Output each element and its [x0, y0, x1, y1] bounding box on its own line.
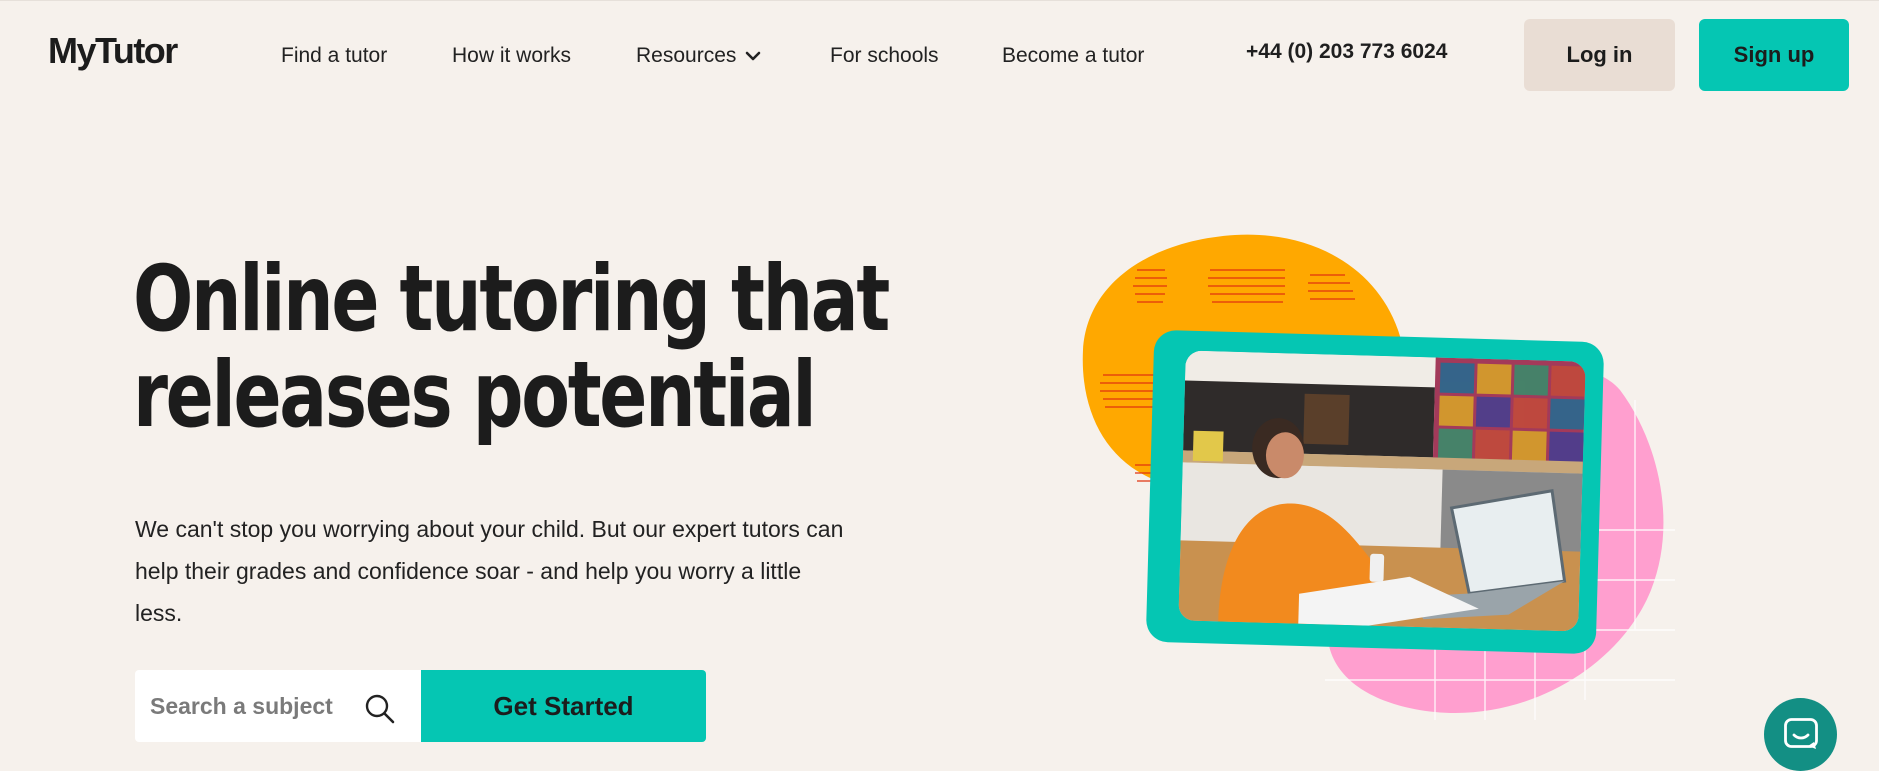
nav-how-it-works[interactable]: How it works — [452, 44, 571, 68]
student-photo — [1178, 350, 1586, 632]
site-header: MyTutor Find a tutor How it works Resour… — [0, 0, 1879, 110]
chevron-down-icon — [746, 51, 761, 61]
nav-for-schools[interactable]: For schools — [830, 44, 939, 68]
signup-button[interactable]: Sign up — [1699, 19, 1849, 91]
phone-number-link[interactable]: +44 (0) 203 773 6024 — [1246, 40, 1447, 64]
nav-resources[interactable]: Resources — [636, 44, 764, 68]
chat-launcher-button[interactable] — [1764, 698, 1837, 771]
nav-become-a-tutor[interactable]: Become a tutor — [1002, 44, 1144, 68]
hero-title-line-2: releases potential — [133, 343, 817, 448]
hero-title-line-1: Online tutoring that — [133, 247, 890, 352]
chat-bubble-icon — [1784, 718, 1818, 749]
student-laptop-illustration — [1178, 350, 1586, 632]
login-button[interactable]: Log in — [1524, 19, 1675, 91]
subject-search — [135, 670, 421, 742]
hero-title: Online tutoring that releases potential — [133, 247, 890, 448]
search-icon[interactable] — [363, 692, 397, 726]
get-started-button[interactable]: Get Started — [421, 670, 706, 742]
nav-find-a-tutor[interactable]: Find a tutor — [281, 44, 387, 68]
mytutor-logo[interactable]: MyTutor — [48, 30, 178, 72]
subject-search-input[interactable] — [150, 692, 360, 720]
hero-subtitle: We can't stop you worrying about your ch… — [135, 516, 844, 626]
nav-resources-label: Resources — [636, 44, 737, 67]
